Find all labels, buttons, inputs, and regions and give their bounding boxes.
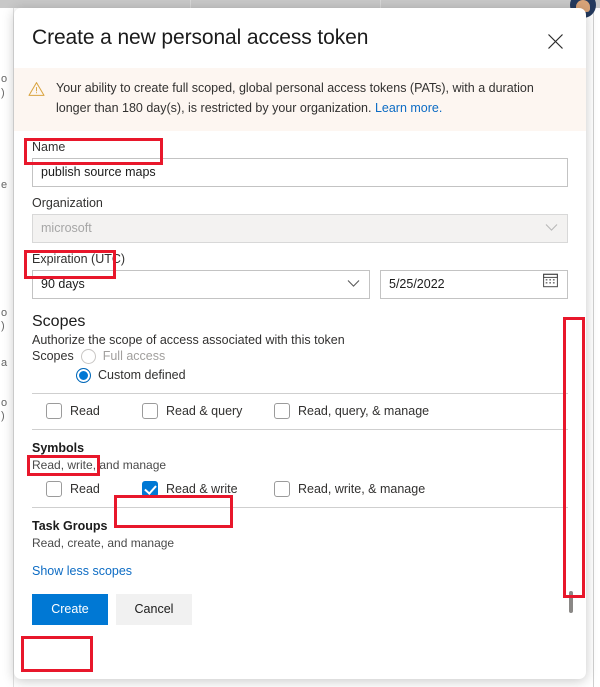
checkbox-icon[interactable]: [142, 402, 158, 419]
scopes-scroll-area: Read Read & query Read, query, & manage …: [32, 392, 573, 613]
checkbox-symbols-read-write-manage[interactable]: Read, write, & manage: [274, 480, 426, 497]
expiration-duration-select[interactable]: 90 days: [32, 269, 370, 299]
checkbox-icon[interactable]: [274, 480, 290, 497]
background-text-fragment: o: [1, 397, 8, 409]
warning-text: Your ability to create full scoped, glob…: [56, 79, 570, 119]
cancel-button[interactable]: Cancel: [116, 593, 192, 625]
checkbox-group0-read-query-manage[interactable]: Read, query, & manage: [274, 402, 430, 419]
calendar-icon[interactable]: [543, 271, 558, 298]
checkbox-icon[interactable]: [46, 402, 62, 419]
dialog-actions: Create Cancel: [32, 593, 568, 625]
scope-checkbox-row: Read Read & query Read, query, & manage: [32, 402, 568, 419]
dialog-body: Name Organization microsoft Expiration (…: [14, 139, 586, 613]
organization-label: Organization: [32, 195, 103, 210]
checkbox-group0-read-query[interactable]: Read & query: [142, 402, 274, 419]
radio-icon-full-access[interactable]: [80, 348, 96, 364]
expiration-label: Expiration (UTC): [32, 251, 126, 266]
checkbox-symbols-read-write[interactable]: Read & write: [142, 480, 274, 497]
background-text-fragment: ): [1, 320, 5, 332]
radio-custom-defined[interactable]: Custom defined: [76, 367, 568, 383]
expiration-date-value: 5/25/2022: [389, 276, 445, 291]
expiration-duration-value: 90 days: [41, 276, 85, 291]
dialog-header: Create a new personal access token: [14, 8, 586, 68]
checkbox-symbols-read[interactable]: Read: [46, 480, 142, 497]
radio-icon-custom-defined[interactable]: [76, 367, 91, 383]
scope-group-description: Read, create, and manage: [32, 535, 175, 550]
scopes-heading: Scopes: [32, 312, 86, 330]
checkbox-icon[interactable]: [274, 402, 290, 419]
checkbox-label: Read & write: [166, 481, 238, 496]
background-left-column: o ) e o ) a o ): [0, 8, 14, 687]
radio-label-custom-defined: Custom defined: [98, 368, 186, 382]
scope-group-name: Symbols: [32, 440, 85, 455]
expiration-date-input[interactable]: 5/25/2022: [380, 269, 568, 299]
checkbox-label: Read: [70, 481, 100, 496]
scope-group-description: Read, write, and manage: [32, 457, 167, 472]
dialog-footer: Show less scopes Create Cancel: [14, 550, 586, 625]
scopes-subheading: Authorize the scope of access associated…: [32, 332, 345, 347]
background-text-fragment: ): [1, 410, 5, 422]
chevron-down-icon: [347, 271, 360, 298]
name-input[interactable]: [32, 157, 568, 187]
radio-full-access[interactable]: Scopes Full access: [32, 348, 568, 364]
scope-checkbox-row: Read Read & write Read, write, & manage: [32, 480, 568, 497]
scope-group-task-groups: Task Groups Read, create, and manage: [32, 508, 568, 550]
scopes-radio-prefix: Scopes: [32, 349, 74, 363]
checkbox-label: Read, query, & manage: [298, 403, 430, 418]
background-text-fragment: a: [1, 357, 8, 369]
background-text-fragment: o: [1, 307, 8, 319]
scope-group-symbols: Symbols Read, write, and manage Read Rea…: [32, 430, 568, 497]
background-top-bar: [0, 0, 600, 8]
checkbox-icon[interactable]: [46, 480, 62, 497]
scopes-scrollbar[interactable]: [565, 393, 576, 613]
page-title: Create a new personal access token: [32, 26, 369, 49]
chevron-down-icon: [545, 215, 558, 242]
scope-group-name: Task Groups: [32, 518, 108, 533]
scrollbar-thumb[interactable]: [569, 590, 573, 613]
checkbox-label: Read, write, & manage: [298, 481, 426, 496]
background-text-fragment: ): [1, 87, 5, 99]
show-less-scopes-link[interactable]: Show less scopes: [32, 564, 132, 578]
divider: [32, 392, 568, 394]
name-label: Name: [32, 139, 66, 154]
checkbox-label: Read: [70, 403, 100, 418]
checkbox-group0-read[interactable]: Read: [46, 402, 142, 419]
background-text-fragment: e: [1, 179, 8, 191]
restriction-warning-banner: Your ability to create full scoped, glob…: [14, 68, 586, 131]
checkbox-label: Read & query: [166, 403, 243, 418]
warning-triangle-icon: [28, 81, 45, 102]
warning-message: Your ability to create full scoped, glob…: [56, 81, 534, 115]
organization-value: microsoft: [41, 220, 92, 235]
checkbox-icon[interactable]: [142, 480, 158, 497]
create-button[interactable]: Create: [32, 593, 108, 625]
create-pat-dialog: Create a new personal access token Your …: [14, 8, 586, 679]
close-icon[interactable]: [542, 28, 568, 54]
learn-more-link[interactable]: Learn more.: [375, 101, 442, 115]
organization-select[interactable]: microsoft: [32, 213, 568, 243]
background-text-fragment: o: [1, 73, 8, 85]
radio-label-full-access: Full access: [102, 349, 166, 363]
expiration-row: 90 days 5/25/2022: [32, 269, 568, 299]
background-right-column: [593, 8, 600, 687]
